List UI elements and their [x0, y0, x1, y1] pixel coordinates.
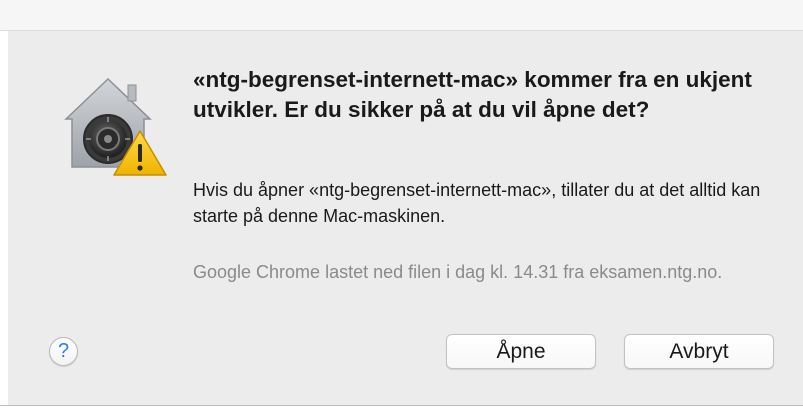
help-question-icon: ? — [57, 340, 70, 362]
dialog-title: «ntg-begrenset-internett-mac» kommer fra… — [193, 67, 752, 122]
dialog-message: Hvis du åpner «ntg-begrenset-internett-m… — [193, 180, 761, 226]
gatekeeper-warning-icon — [58, 69, 170, 181]
security-alert-dialog: «ntg-begrenset-internett-mac» kommer fra… — [8, 31, 803, 405]
download-source-text: Google Chrome lastet ned filen i dag kl.… — [193, 262, 723, 282]
open-button-label: Åpne — [496, 339, 546, 363]
cancel-button[interactable]: Avbryt — [624, 334, 774, 369]
cancel-button-label: Avbryt — [669, 339, 729, 363]
open-button[interactable]: Åpne — [446, 334, 596, 369]
dialog-bottom-border — [0, 405, 803, 406]
help-button[interactable]: ? — [49, 337, 78, 366]
window-top-strip — [0, 0, 803, 31]
